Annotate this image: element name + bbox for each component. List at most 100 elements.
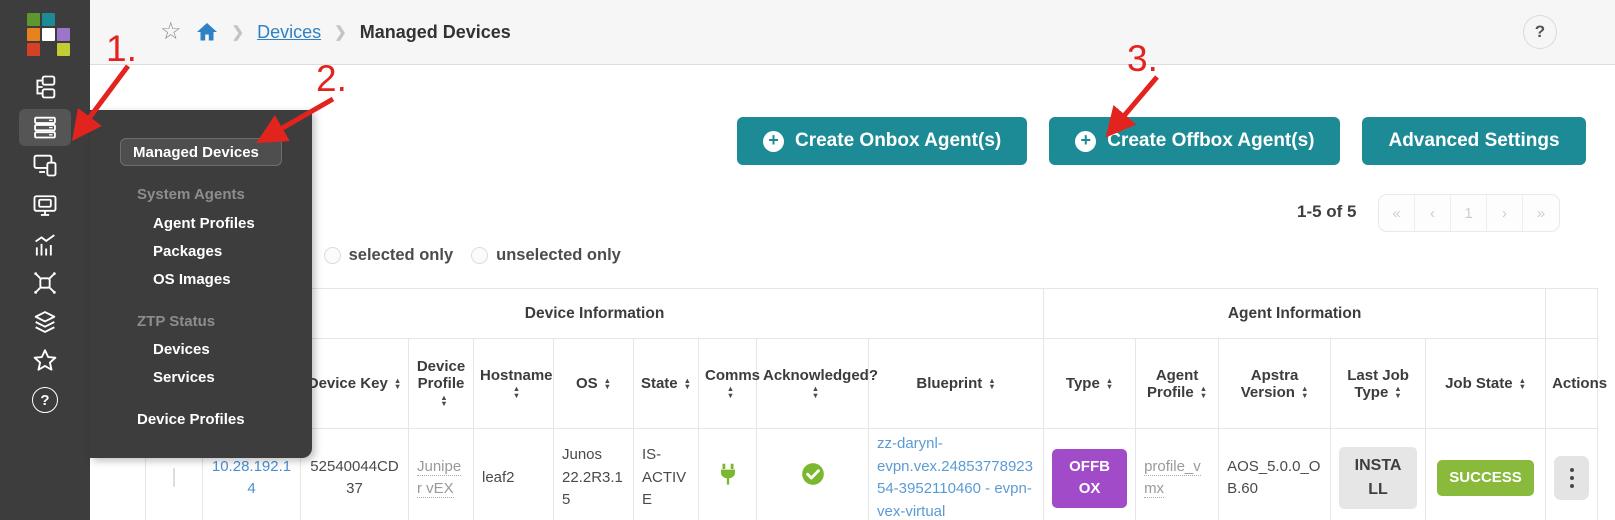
pagination-first-button[interactable]: « <box>1379 195 1415 231</box>
selected-only-radio[interactable] <box>324 247 341 264</box>
breadcrumb-devices-link[interactable]: Devices <box>257 22 321 43</box>
blueprint-cell: zz-darynl-evpn.vex.2485377892354-3952110… <box>869 429 1044 520</box>
breadcrumb-separator-icon <box>334 23 347 41</box>
sidebar-item-help[interactable]: ? <box>31 386 59 414</box>
row-actions-kebab-button[interactable] <box>1554 456 1589 500</box>
sidebar-item-favorites[interactable] <box>31 347 59 375</box>
last-job-type-cell: INSTALL <box>1331 429 1426 520</box>
type-cell: OFFBOX <box>1044 429 1136 520</box>
sort-icon[interactable] <box>988 378 995 391</box>
sort-icon[interactable] <box>604 378 611 391</box>
os-cell: Junos 22.2R3.15 <box>554 429 634 520</box>
help-button[interactable]: ? <box>1523 15 1557 49</box>
apstra-version-column-header[interactable]: Apstra Version <box>1219 339 1331 429</box>
blueprint-link[interactable]: zz-darynl-evpn.vex.2485377892354-3952110… <box>877 435 1033 520</box>
pagination-page-1[interactable]: 1 <box>1451 195 1487 231</box>
plus-circle-icon <box>1075 131 1096 152</box>
hostname-column-header[interactable]: Hostname <box>474 339 554 429</box>
success-state-badge: SUCCESS <box>1437 460 1534 497</box>
sort-icon[interactable] <box>1301 386 1308 399</box>
job-state-cell: SUCCESS <box>1426 429 1546 520</box>
management-ip-link[interactable]: 10.28.192.14 <box>212 458 291 498</box>
create-offbox-agents-button[interactable]: Create Offbox Agent(s) <box>1049 117 1340 165</box>
sort-icon[interactable] <box>513 386 520 399</box>
state-cell: IS-ACTIVE <box>634 429 699 520</box>
breadcrumb-current-page: Managed Devices <box>360 22 511 43</box>
acknowledged-cell <box>757 429 869 520</box>
device-profile-tooltip-text[interactable]: Juniper vEX <box>417 458 461 499</box>
pagination-next-button[interactable]: › <box>1487 195 1523 231</box>
agent-profile-tooltip-text[interactable]: profile_vmx <box>1144 458 1201 499</box>
sort-icon[interactable] <box>1200 386 1207 399</box>
sort-icon[interactable] <box>1394 386 1401 399</box>
pagination-range: 1-5 of 5 <box>1297 202 1357 222</box>
menu-item-ztp-services[interactable]: Services <box>153 369 215 386</box>
row-checkbox[interactable] <box>173 468 175 487</box>
annotation-arrow-1 <box>60 55 140 150</box>
device-key-cell: 52540044CD37 <box>301 429 409 520</box>
sidebar-item-design[interactable] <box>31 151 59 179</box>
menu-item-os-images[interactable]: OS Images <box>153 271 231 288</box>
device-profile-column-header[interactable]: Device Profile <box>409 339 474 429</box>
advanced-settings-label: Advanced Settings <box>1388 130 1559 152</box>
breadcrumb-separator-icon <box>232 23 245 41</box>
table-column-header-row: Device Key Device Profile Hostname OS St… <box>146 339 1598 429</box>
sidebar-item-blueprints[interactable] <box>31 73 59 101</box>
apstra-logo[interactable] <box>27 13 70 56</box>
sidebar-item-platform[interactable] <box>31 308 59 336</box>
acknowledged-column-header[interactable]: Acknowledged? <box>757 339 869 429</box>
state-column-header[interactable]: State <box>634 339 699 429</box>
create-onbox-agents-button[interactable]: Create Onbox Agent(s) <box>737 117 1027 165</box>
last-job-type-column-header[interactable]: Last Job Type <box>1331 339 1426 429</box>
sort-icon[interactable] <box>1106 378 1113 391</box>
sidebar-item-devices[interactable] <box>31 113 59 141</box>
sort-icon[interactable] <box>812 386 819 399</box>
sort-icon[interactable] <box>394 378 401 391</box>
hostname-cell: leaf2 <box>474 429 554 520</box>
device-key-column-header[interactable]: Device Key <box>301 339 409 429</box>
sort-icon[interactable] <box>1519 378 1526 391</box>
check-circle-icon <box>800 461 826 487</box>
home-icon[interactable] <box>195 20 219 44</box>
managed-devices-page: Devices Managed Devices ? Create Onbox A… <box>0 0 1615 520</box>
sidebar-item-resources[interactable] <box>31 191 59 219</box>
sidebar-item-external-systems[interactable] <box>31 269 59 297</box>
actions-column-header: Actions <box>1546 339 1598 429</box>
selected-only-label: selected only <box>349 246 454 265</box>
blueprint-column-header[interactable]: Blueprint <box>869 339 1044 429</box>
devices-flyout-menu: Managed Devices System Agents Agent Prof… <box>90 110 312 458</box>
table-group-header-row: Device Information Agent Information <box>146 289 1598 339</box>
actions-group-header-empty <box>1546 289 1598 339</box>
comms-column-header[interactable]: Comms <box>699 339 757 429</box>
pagination-controls: « ‹ 1 › » <box>1378 194 1560 232</box>
plus-circle-icon <box>763 131 784 152</box>
agent-profile-column-header[interactable]: Agent Profile <box>1136 339 1219 429</box>
sort-icon[interactable] <box>440 395 447 408</box>
annotation-arrow-3 <box>1095 68 1170 148</box>
menu-item-agent-profiles[interactable]: Agent Profiles <box>153 215 255 232</box>
actions-cell <box>1546 429 1598 520</box>
menu-item-ztp-devices[interactable]: Devices <box>153 341 210 358</box>
pagination-prev-button[interactable]: ‹ <box>1415 195 1451 231</box>
unselected-only-radio[interactable] <box>471 247 488 264</box>
favorite-star-icon[interactable] <box>160 20 182 44</box>
advanced-settings-button[interactable]: Advanced Settings <box>1362 117 1585 165</box>
menu-item-packages[interactable]: Packages <box>153 243 222 260</box>
annotation-arrow-2 <box>250 90 345 150</box>
sidebar-item-analytics[interactable] <box>31 231 59 259</box>
menu-item-device-profiles[interactable]: Device Profiles <box>137 411 245 428</box>
managed-devices-table: Device Information Agent Information Dev… <box>145 288 1597 520</box>
job-state-column-header[interactable]: Job State <box>1426 339 1546 429</box>
pagination-last-button[interactable]: » <box>1523 195 1559 231</box>
agent-profile-cell: profile_vmx <box>1136 429 1219 520</box>
menu-section-ztp-status: ZTP Status <box>137 313 215 330</box>
topbar: Devices Managed Devices ? <box>90 0 1615 65</box>
sort-icon[interactable] <box>684 378 691 391</box>
question-icon: ? <box>32 387 58 413</box>
type-column-header[interactable]: Type <box>1044 339 1136 429</box>
apstra-version-cell: AOS_5.0.0_OB.60 <box>1219 429 1331 520</box>
agent-information-group-header: Agent Information <box>1044 289 1546 339</box>
os-column-header[interactable]: OS <box>554 339 634 429</box>
comms-cell <box>699 429 757 520</box>
sort-icon[interactable] <box>727 386 734 399</box>
